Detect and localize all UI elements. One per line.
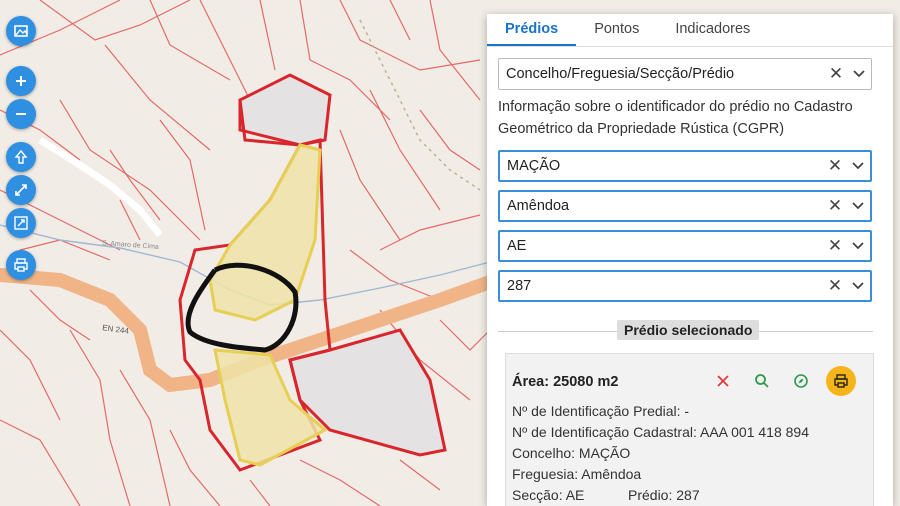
tab-indicadores[interactable]: Indicadores: [657, 14, 768, 46]
zoom-in-button[interactable]: [6, 66, 36, 96]
home-icon: [14, 149, 28, 164]
freguesia-detail: Freguesia: Amêndoa: [512, 466, 642, 482]
chevron-down-icon[interactable]: [846, 241, 870, 251]
chevron-down-icon[interactable]: [846, 201, 870, 211]
predio-select[interactable]: 287 ✕: [498, 270, 872, 302]
clear-icon[interactable]: ✕: [824, 156, 846, 176]
print-button[interactable]: [826, 366, 856, 396]
extent-icon: [14, 216, 28, 230]
tab-predios[interactable]: Prédios: [487, 14, 577, 46]
chevron-down-icon[interactable]: [846, 161, 870, 171]
clear-icon[interactable]: ✕: [824, 236, 846, 256]
search-type-value: Concelho/Freguesia/Secção/Prédio: [506, 66, 735, 82]
fullscreen-icon: [15, 184, 27, 196]
concelho-value: MAÇÃO: [507, 158, 561, 174]
predio-detail: Prédio: 287: [628, 487, 700, 503]
search-panel: Prédios Pontos Indicadores Concelho/Freg…: [487, 14, 893, 506]
clear-icon[interactable]: ✕: [824, 196, 846, 216]
print-icon: [14, 258, 28, 272]
fullscreen-button[interactable]: [6, 175, 36, 205]
chevron-down-icon[interactable]: [847, 69, 871, 79]
remove-button[interactable]: [708, 366, 738, 396]
image-icon: [14, 25, 28, 37]
selected-parcel-card: Área: 25080 m2 Nº de Identificação Predi…: [505, 353, 874, 506]
clear-icon[interactable]: ✕: [825, 64, 847, 84]
concelho-select[interactable]: MAÇÃO ✕: [498, 150, 872, 182]
extent-button[interactable]: [6, 208, 36, 238]
seccao-detail: Secção: AE: [512, 487, 585, 503]
id-cadastral: Nº de Identificação Cadastral: AAA 001 4…: [512, 424, 809, 440]
zoom-to-button[interactable]: [747, 366, 777, 396]
compass-icon: [794, 374, 808, 388]
print-map-button[interactable]: [6, 250, 36, 280]
concelho-detail: Concelho: MAÇÃO: [512, 445, 631, 461]
search-type-select[interactable]: Concelho/Freguesia/Secção/Prédio ✕: [498, 58, 872, 90]
close-icon: [717, 375, 729, 387]
chevron-down-icon[interactable]: [846, 281, 870, 291]
section-title: Prédio selecionado: [617, 320, 760, 340]
zoom-in-icon: [16, 76, 26, 86]
tab-pontos[interactable]: Pontos: [576, 14, 657, 46]
panel-tabs: Prédios Pontos Indicadores: [487, 14, 893, 47]
layers-button[interactable]: [6, 16, 36, 46]
seccao-select[interactable]: AE ✕: [498, 230, 872, 262]
freguesia-value: Amêndoa: [507, 198, 570, 214]
print-icon: [834, 374, 848, 388]
clear-icon[interactable]: ✕: [824, 276, 846, 296]
zoom-out-icon: [16, 113, 26, 115]
home-button[interactable]: [6, 142, 36, 172]
id-predial: Nº de Identificação Predial: -: [512, 403, 690, 419]
zoom-out-button[interactable]: [6, 99, 36, 129]
seccao-value: AE: [507, 238, 527, 254]
area-value: Área: 25080 m2: [512, 374, 619, 390]
predio-value: 287: [507, 278, 532, 294]
freguesia-select[interactable]: Amêndoa ✕: [498, 190, 872, 222]
info-text: Informação sobre o identificador do préd…: [498, 99, 853, 137]
search-icon: [755, 374, 769, 388]
locate-button[interactable]: [786, 366, 816, 396]
